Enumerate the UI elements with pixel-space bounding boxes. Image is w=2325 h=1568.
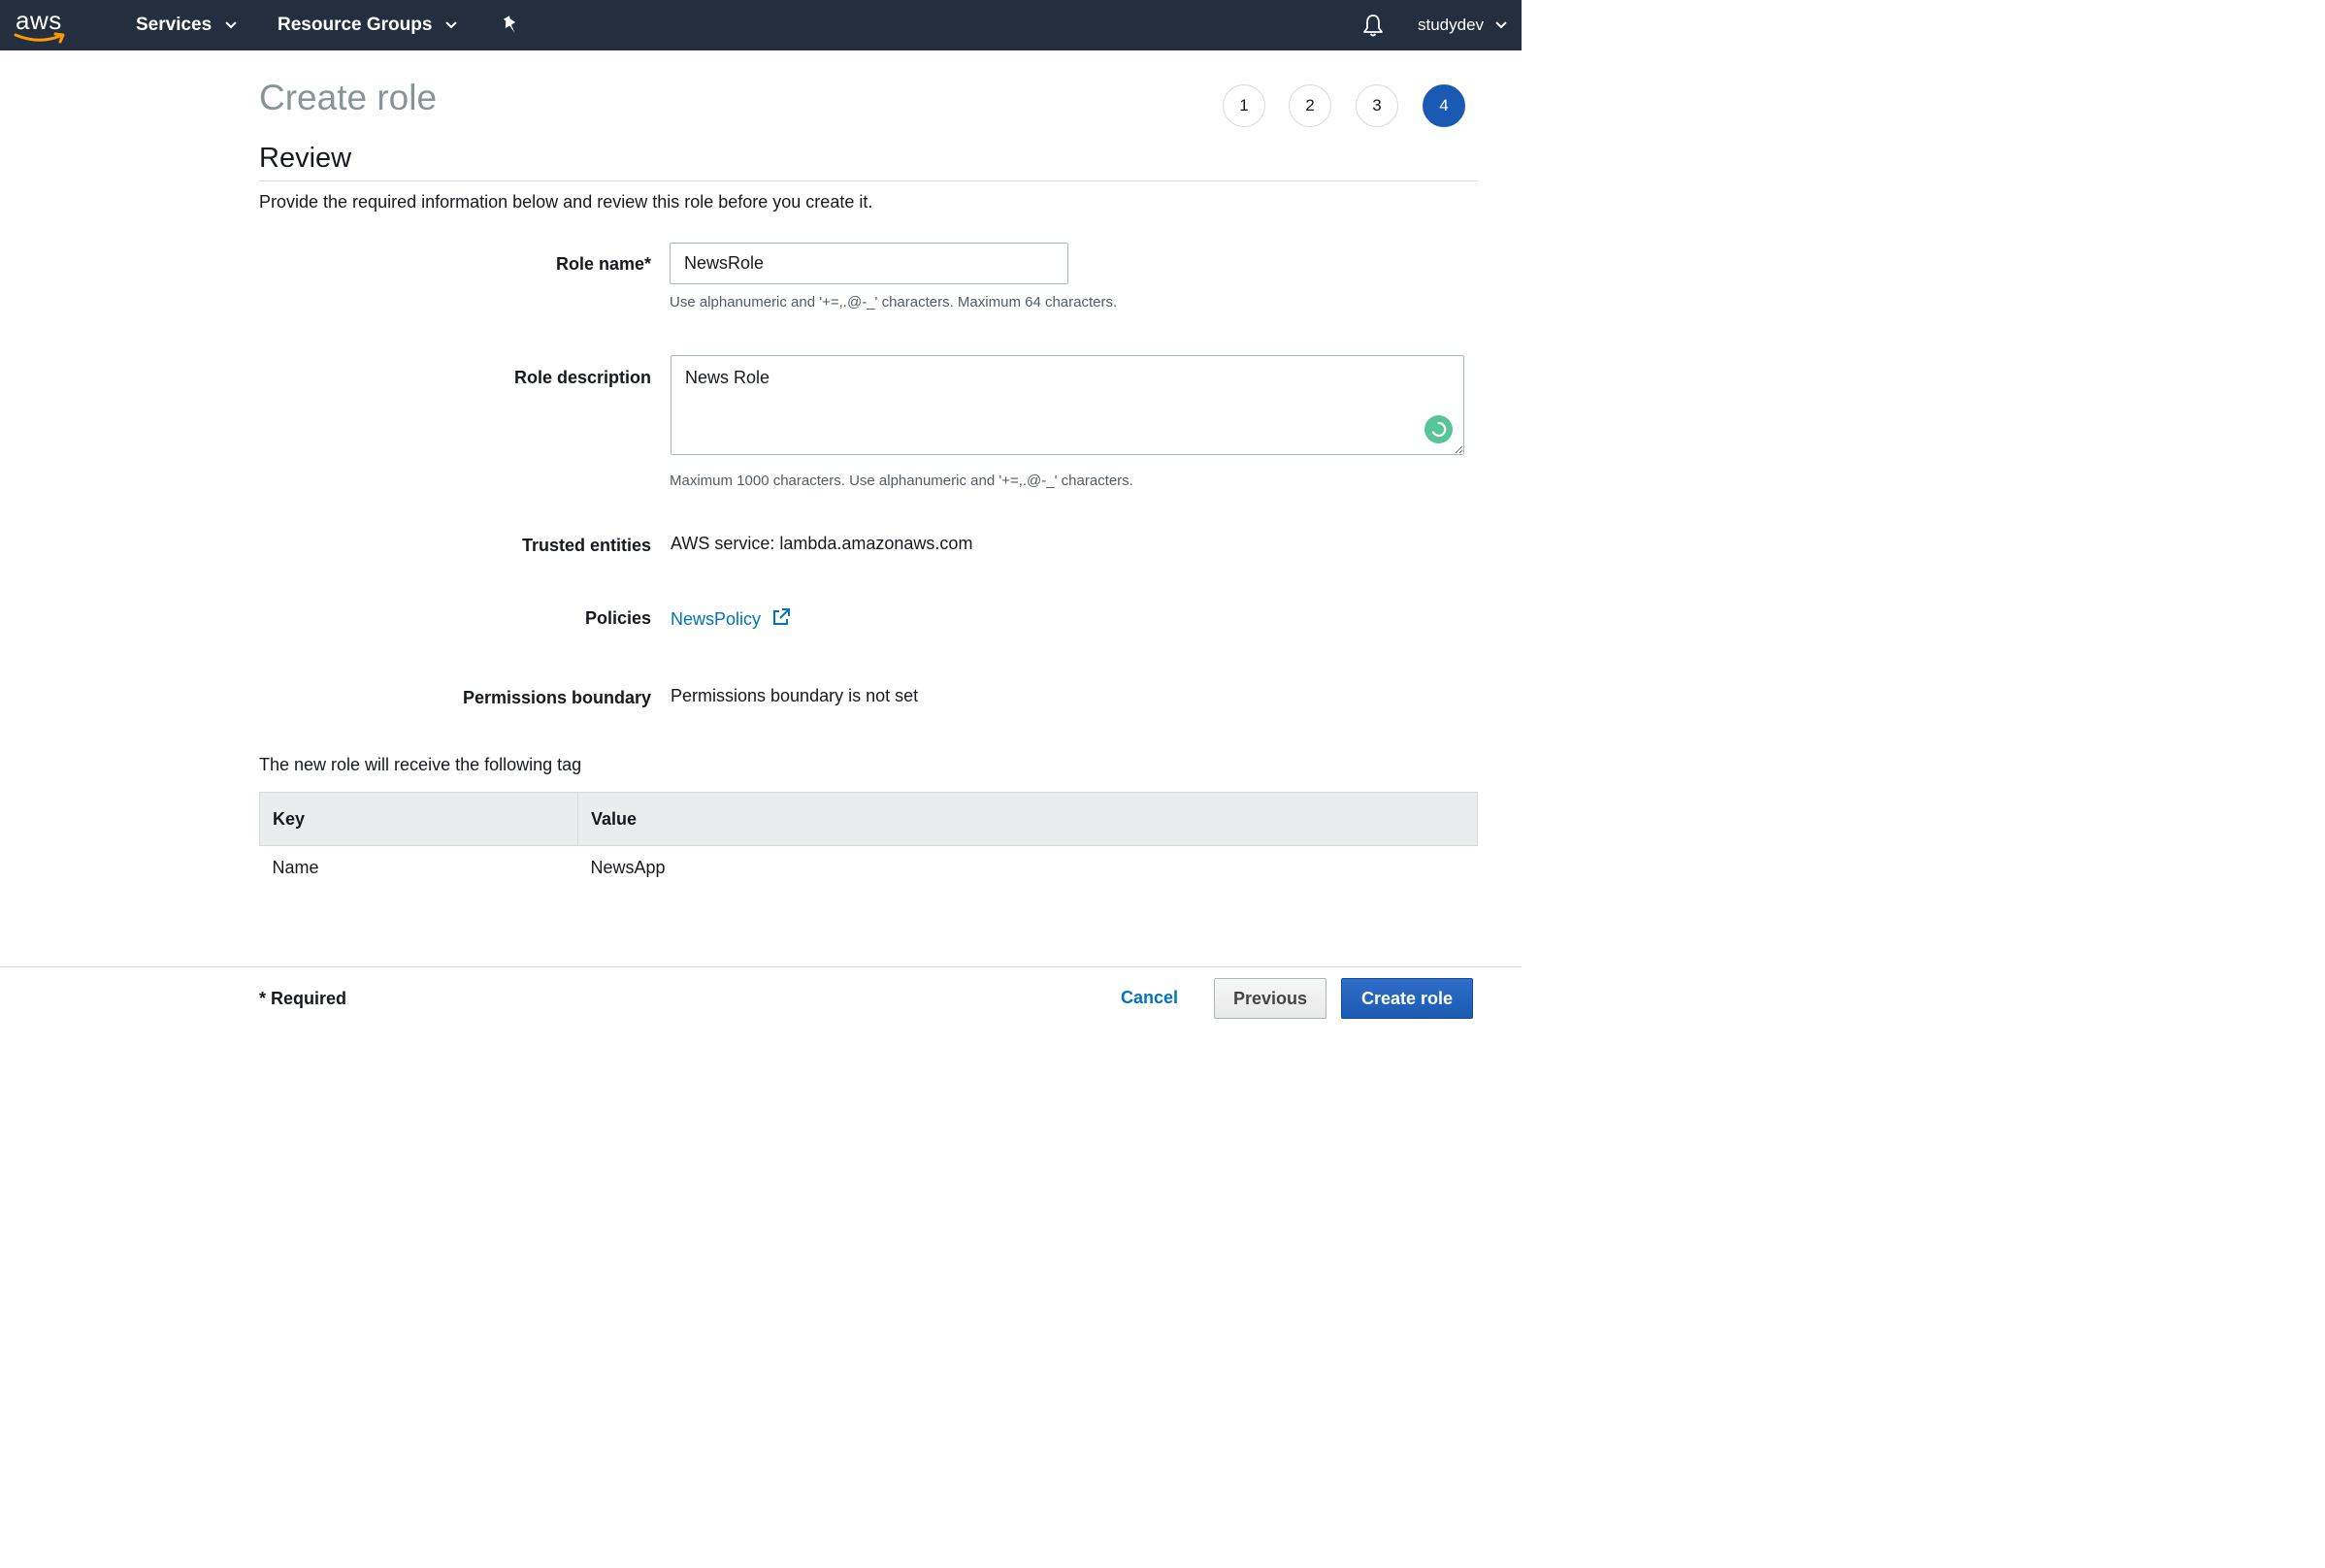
role-name-input[interactable] [670,243,1068,284]
chevron-down-icon [445,21,458,29]
tags-header-value: Value [577,792,1478,846]
wizard-step-4[interactable]: 4 [1423,84,1465,127]
tags-header-key: Key [259,792,578,846]
previous-button[interactable]: Previous [1214,978,1326,1019]
section-title: Review [259,143,352,174]
grammar-check-icon[interactable] [1424,415,1453,443]
required-note: * Required [259,989,347,1008]
policies-value: NewsPolicy [671,607,791,630]
create-role-button[interactable]: Create role [1341,978,1473,1019]
section-divider [259,180,1478,181]
trusted-entities-label: Trusted entities [521,536,651,555]
policies-label: Policies [584,608,651,628]
role-description-label: Role description [513,368,651,387]
top-navigation: aws Services Resource Groups studydev [0,0,1522,50]
bell-icon[interactable] [1360,13,1386,38]
user-label: studydev [1418,16,1485,34]
aws-logo[interactable]: aws [14,6,72,45]
cancel-button[interactable]: Cancel [1121,988,1178,1008]
permissions-boundary-label: Permissions boundary [462,688,651,707]
wizard-step-2[interactable]: 2 [1289,84,1331,127]
user-menu[interactable]: studydev [1418,0,1507,50]
wizard-step-1[interactable]: 1 [1223,84,1265,127]
pin-icon[interactable] [500,15,521,36]
page-title: Create role [259,78,438,117]
resource-groups-label: Resource Groups [278,15,433,35]
review-intro: Provide the required information below a… [259,192,873,212]
policy-link[interactable]: NewsPolicy [671,609,761,629]
tags-intro: The new role will receive the following … [259,755,582,774]
tag-value-cell: NewsApp [590,857,666,877]
role-name-hint: Use alphanumeric and '+=,.@-_' character… [670,294,1118,310]
role-name-label: Role name* [555,254,651,274]
chevron-down-icon [225,21,237,29]
resource-groups-menu[interactable]: Resource Groups [278,0,458,50]
services-menu[interactable]: Services [136,0,237,50]
role-description-hint: Maximum 1000 characters. Use alphanumeri… [670,473,1133,489]
footer-divider [0,966,1522,967]
wizard-step-3[interactable]: 3 [1356,84,1398,127]
role-description-textarea[interactable]: News Role [671,355,1464,455]
permissions-boundary-value: Permissions boundary is not set [671,686,919,705]
aws-smile-icon [14,32,65,44]
external-link-icon[interactable] [771,607,791,627]
tag-key-cell: Name [272,857,319,877]
trusted-entities-value: AWS service: lambda.amazonaws.com [671,534,973,553]
tags-header-row: Key Value [259,792,1478,846]
spinner-icon [1431,421,1447,438]
chevron-down-icon [1495,21,1507,29]
table-row: Name NewsApp [260,846,1478,890]
tags-table: Key Value Name NewsApp [259,792,1478,889]
services-label: Services [136,15,213,35]
